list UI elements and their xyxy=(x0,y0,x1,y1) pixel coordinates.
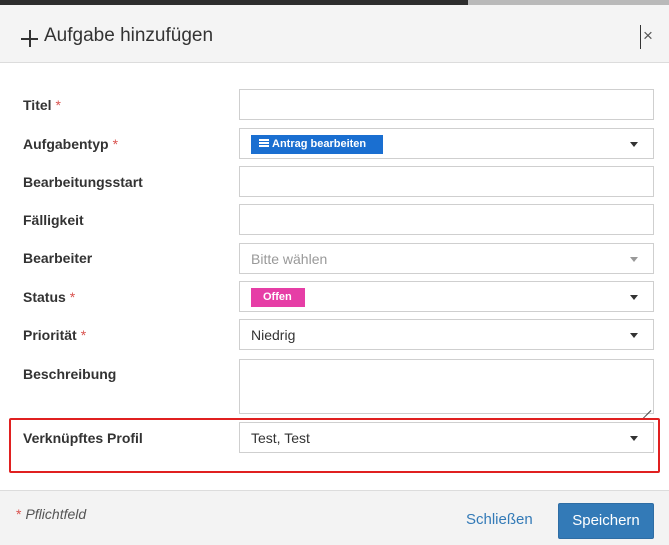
faelligkeit-label: Fälligkeit xyxy=(23,212,84,228)
close-button[interactable]: × xyxy=(640,22,654,52)
aufgabentyp-label: Aufgabentyp * xyxy=(23,136,119,152)
text-cursor-bar xyxy=(640,25,641,49)
resize-handle-icon[interactable] xyxy=(641,401,652,421)
profil-value: Test, Test xyxy=(251,430,310,446)
bearbeitungsstart-label: Bearbeitungsstart xyxy=(23,174,143,190)
chevron-down-icon xyxy=(630,142,638,147)
beschreibung-label: Beschreibung xyxy=(23,366,117,382)
titel-label: Titel * xyxy=(23,97,61,113)
faelligkeit-input[interactable] xyxy=(239,204,654,235)
bearbeiter-select[interactable]: Bitte wählen xyxy=(239,243,654,274)
plus-icon xyxy=(21,30,38,47)
chevron-down-icon xyxy=(630,257,638,262)
status-badge: Offen xyxy=(251,288,305,307)
required-note: * Pflichtfeld xyxy=(16,506,87,522)
chevron-down-icon xyxy=(630,295,638,300)
prioritaet-value: Niedrig xyxy=(251,327,296,343)
profil-label: Verknüpftes Profil xyxy=(23,430,143,446)
required-marker: * xyxy=(80,327,87,343)
close-icon: × xyxy=(643,26,653,45)
chevron-down-icon xyxy=(630,333,638,338)
chevron-down-icon xyxy=(630,436,638,441)
list-icon xyxy=(259,139,269,147)
profil-select[interactable]: Test, Test xyxy=(239,422,654,453)
bearbeiter-label: Bearbeiter xyxy=(23,250,93,266)
aufgabentyp-badge: Antrag bearbeiten xyxy=(251,135,383,154)
status-select[interactable]: Offen xyxy=(239,281,654,312)
bearbeitungsstart-input[interactable] xyxy=(239,166,654,197)
save-button[interactable]: Speichern xyxy=(558,503,654,539)
modal-title: Aufgabe hinzufügen xyxy=(44,25,214,46)
prioritaet-label: Priorität * xyxy=(23,327,87,343)
titel-input[interactable] xyxy=(239,89,654,120)
required-marker: * xyxy=(112,136,119,152)
aufgabentyp-select[interactable]: Antrag bearbeiten xyxy=(239,128,654,159)
close-link[interactable]: Schließen xyxy=(466,511,533,529)
required-marker: * xyxy=(55,97,61,113)
modal-header: Aufgabe hinzufügen × xyxy=(0,5,669,63)
prioritaet-select[interactable]: Niedrig xyxy=(239,319,654,350)
status-label: Status * xyxy=(23,289,76,305)
required-marker: * xyxy=(69,289,76,305)
beschreibung-textarea[interactable] xyxy=(239,359,654,421)
bearbeiter-placeholder: Bitte wählen xyxy=(251,251,328,267)
modal-footer: * Pflichtfeld Schließen Speichern xyxy=(0,490,669,545)
